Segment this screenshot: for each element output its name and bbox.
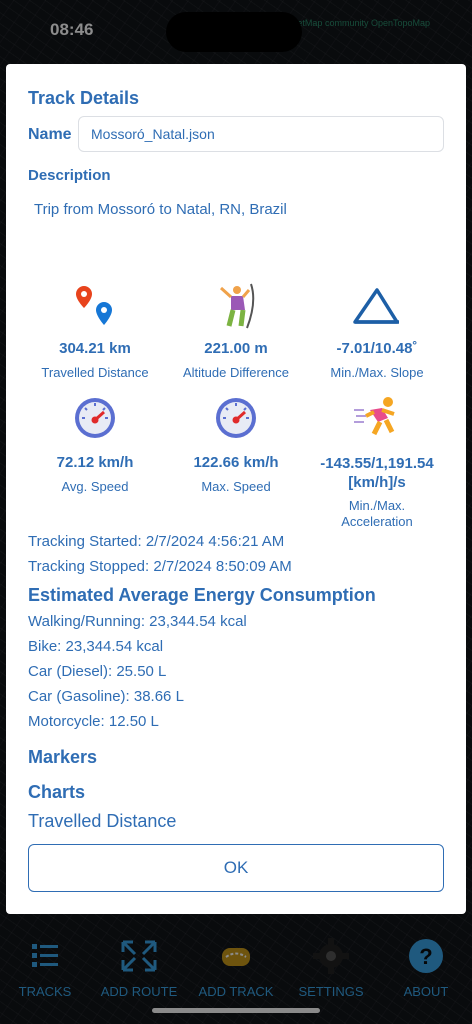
markers-title: Markers — [28, 747, 98, 767]
description-text[interactable]: Trip from Mossoró to Natal, RN, Brazil — [34, 201, 287, 218]
charts-title: Charts — [28, 782, 86, 802]
dialog-title: Track Details — [28, 88, 140, 108]
energy-car-diesel: Car (Diesel): 25.50 L — [28, 663, 167, 680]
stat-min-max-slope: -7.01/10.48˚ Min./Max. Slope — [307, 282, 447, 381]
tracking-started: Tracking Started: 2/7/2024 4:56:21 AM — [28, 533, 285, 550]
stat-value: -143.55/1,191.54 [km/h]/s — [320, 455, 434, 491]
ok-button[interactable]: OK — [28, 844, 444, 892]
climber-icon — [219, 283, 255, 329]
stat-value: 122.66 km/h — [193, 454, 279, 471]
stat-label: Max. Speed — [201, 479, 271, 494]
stat-label: Avg. Speed — [61, 479, 129, 494]
slope-triangle-icon — [353, 288, 399, 324]
stat-travelled-distance: 304.21 km Travelled Distance — [25, 282, 165, 381]
map-pins-icon — [76, 286, 112, 325]
chart-travelled-distance-title: Travelled Distance — [28, 811, 177, 831]
stat-label: Min./Max. Acceleration — [341, 498, 413, 529]
energy-car-gasoline: Car (Gasoline): 38.66 L — [28, 688, 184, 705]
stat-value: -7.01/10.48˚ — [336, 340, 418, 357]
energy-title: Estimated Average Energy Consumption — [28, 585, 376, 605]
energy-bike: Bike: 23,344.54 kcal — [28, 638, 164, 655]
stat-label: Min./Max. Slope — [330, 365, 424, 380]
stat-label: Travelled Distance — [41, 365, 149, 380]
home-indicator — [152, 1008, 320, 1013]
stat-min-max-acceleration: -143.55/1,191.54 [km/h]/s Min./Max. Acce… — [307, 394, 447, 530]
energy-walking: Walking/Running: 23,344.54 kcal — [28, 613, 247, 630]
name-field[interactable]: Mossoró_Natal.json — [78, 116, 444, 152]
track-details-dialog: Track Details Name Mossoró_Natal.json De… — [6, 64, 466, 914]
stat-value: 72.12 km/h — [56, 454, 134, 471]
speedometer-icon — [75, 398, 115, 438]
camera-notch — [166, 12, 302, 52]
tracking-stopped: Tracking Stopped: 2/7/2024 8:50:09 AM — [28, 558, 292, 575]
stat-label: Altitude Difference — [183, 365, 289, 380]
stat-value: 221.00 m — [204, 340, 268, 357]
speedometer-icon — [216, 398, 256, 438]
stat-avg-speed: 72.12 km/h Avg. Speed — [25, 394, 165, 495]
stat-max-speed: 122.66 km/h Max. Speed — [166, 394, 306, 495]
energy-motorcycle: Motorcycle: 12.50 L — [28, 713, 159, 730]
runner-icon — [354, 397, 395, 436]
stat-altitude-difference: 221.00 m Altitude Difference — [166, 282, 306, 381]
description-label: Description — [28, 167, 111, 184]
name-label: Name — [28, 126, 72, 143]
stat-value: 304.21 km — [59, 340, 131, 357]
